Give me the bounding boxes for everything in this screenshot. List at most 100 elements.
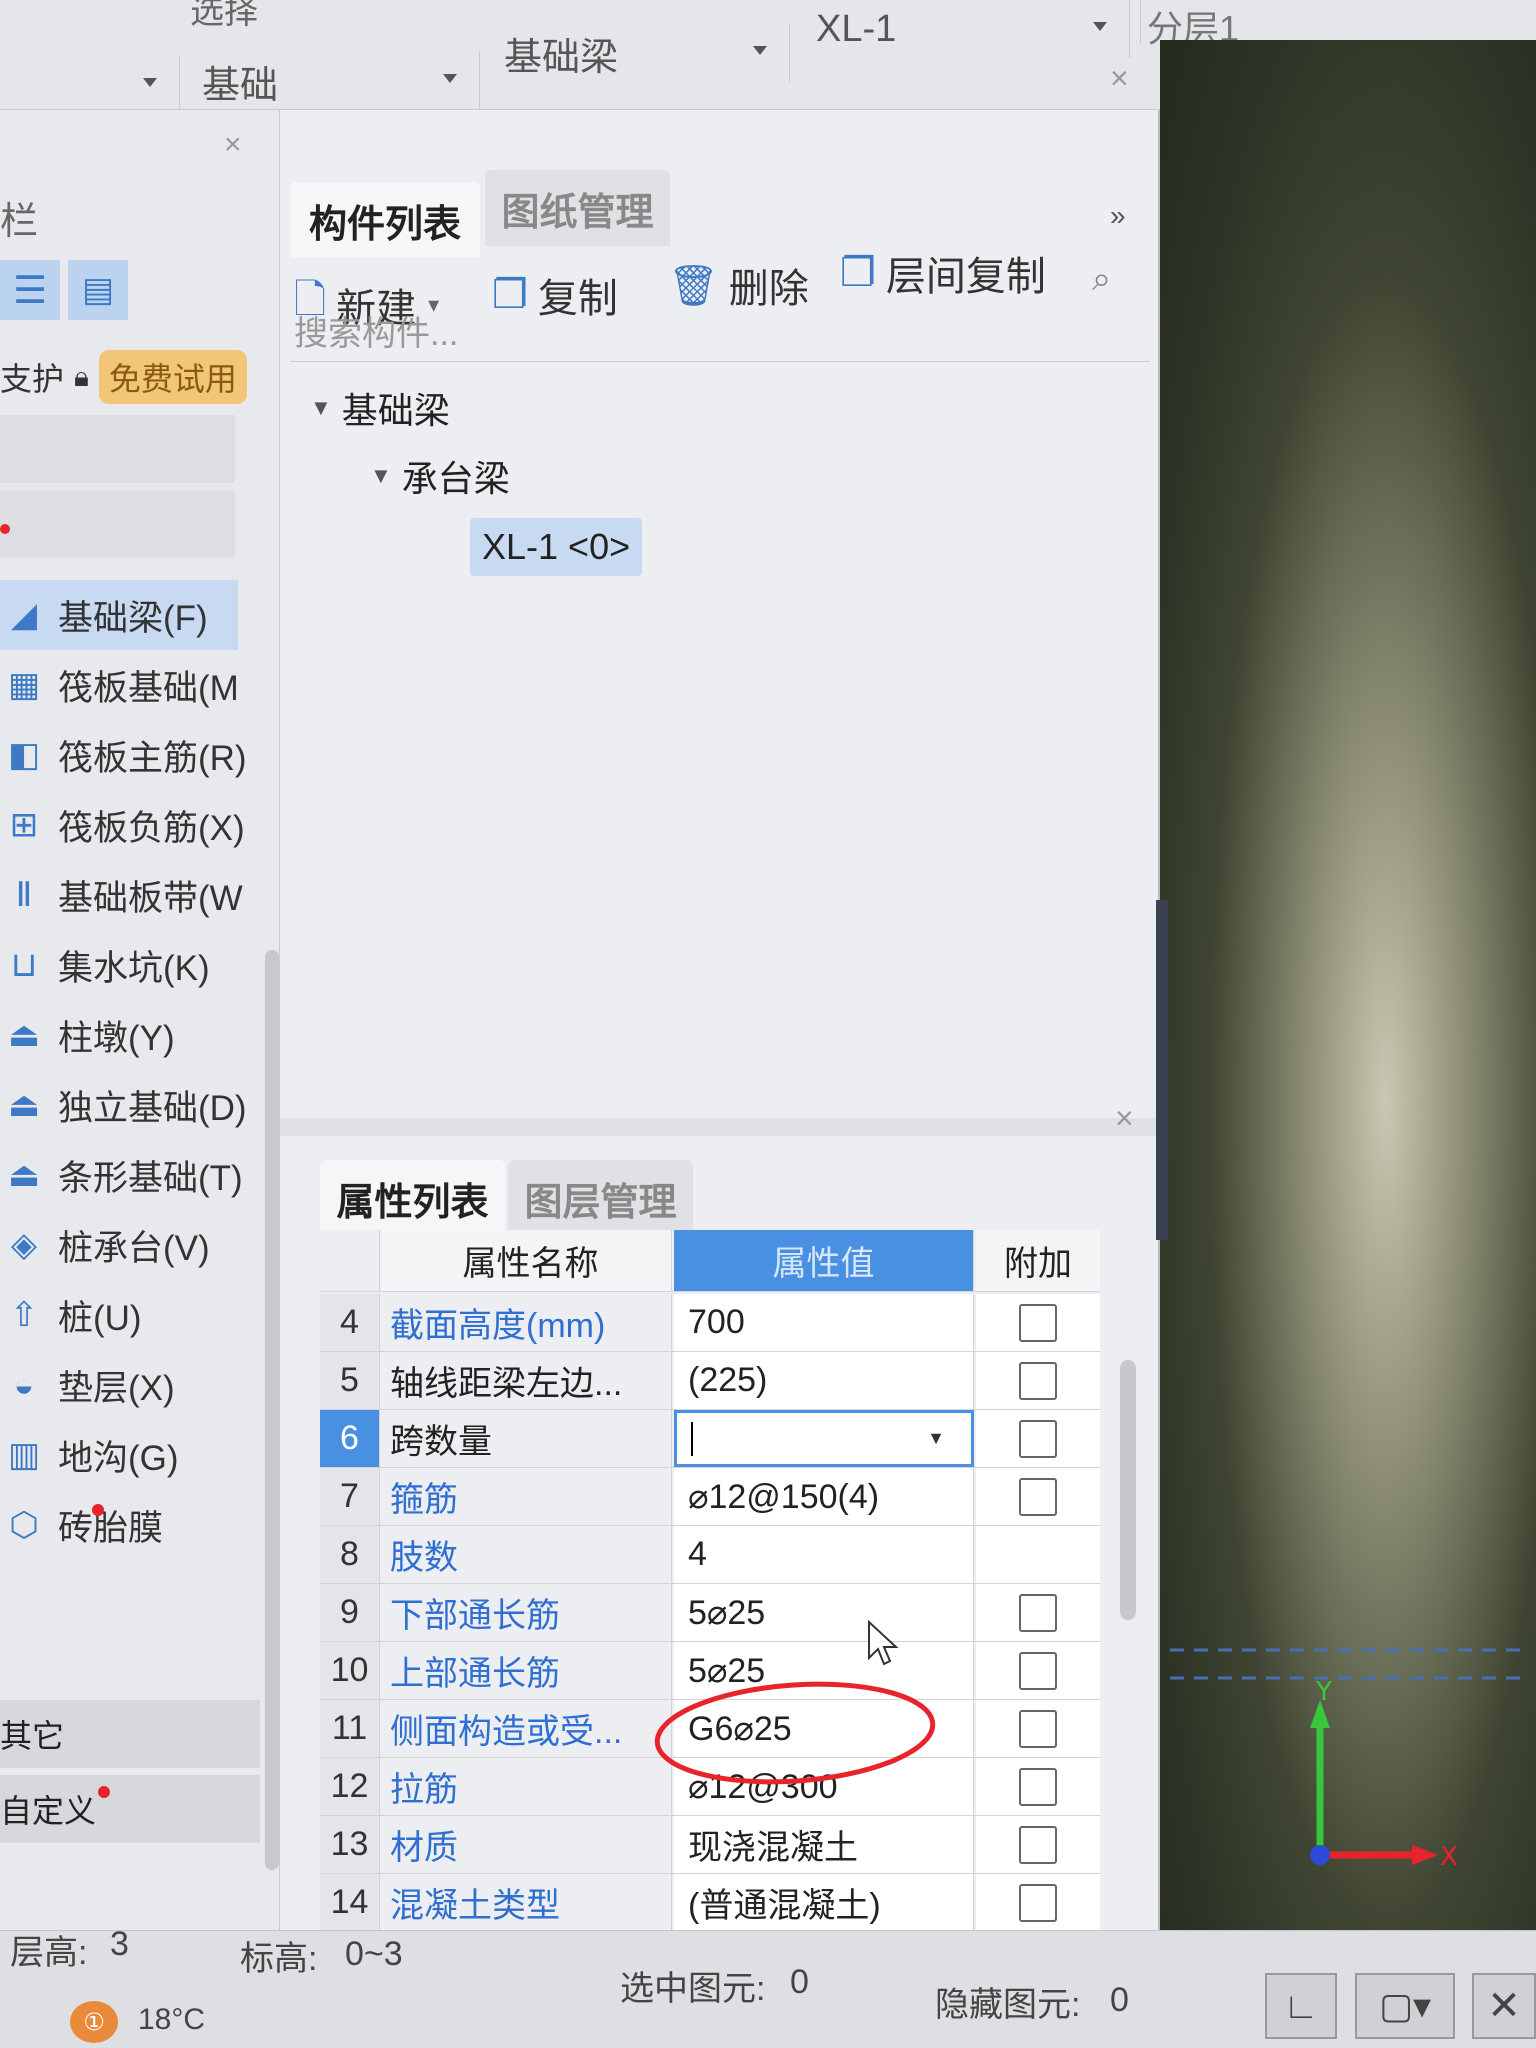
nav-item-strip[interactable]: Ⅱ 基础板带(W (0, 860, 270, 930)
notification-dot (0, 524, 10, 534)
panel-header: 栏 (0, 201, 39, 243)
selected-count-label: 选中图元: (620, 1970, 766, 2008)
splitter[interactable] (280, 1118, 1160, 1136)
close-icon[interactable]: × (224, 128, 242, 162)
grid-scrollbar[interactable] (1120, 1360, 1136, 1620)
nav-item-strip-footing[interactable]: ⏏ 条形基础(T) (0, 1140, 270, 1210)
checkbox[interactable] (1019, 1883, 1057, 1922)
checkbox[interactable] (1019, 1825, 1057, 1864)
left-nav-panel: × 栏 ☰ ▤ 支护 🔒︎ 免费试用 ◢ 基础梁(F) ▦ 筏板基础(M ◧ 筏板主筋… (0, 110, 280, 1970)
weather-icon[interactable]: ① (70, 2001, 118, 2043)
tab-layer-manage[interactable]: 图层管理 (508, 1160, 693, 1236)
combo-type[interactable]: 基础梁 (490, 24, 790, 82)
table-row[interactable]: 5 轴线距梁左边... (225) (320, 1352, 1100, 1410)
chevron-down-icon (443, 74, 457, 83)
chevron-down-icon[interactable]: ▼ (927, 1428, 945, 1449)
nav-item-pile-cap[interactable]: ◈ 桩承台(V) (0, 1210, 270, 1280)
trench-icon: ▥ (7, 1436, 41, 1474)
tree-child[interactable]: ▼ 承台梁 (370, 450, 510, 502)
nav-item-pile[interactable]: ⇧ 桩(U) (0, 1280, 270, 1350)
nav-item-neg-rebar[interactable]: ⊞ 筏板负筋(X) (0, 790, 270, 860)
isolated-footing-icon: ⏏ (7, 1086, 41, 1124)
nav-item-sump[interactable]: ⊔ 集水坑(K) (0, 930, 270, 1000)
ortho-icon[interactable]: ∟ (1265, 1973, 1337, 2039)
table-row-selected[interactable]: 6 跨数量 ▼ (320, 1410, 1100, 1468)
checkbox[interactable] (1019, 1767, 1057, 1806)
table-row[interactable]: 9 下部通长筋 5⌀25 (320, 1584, 1100, 1642)
weather-temp: 18°C (138, 2003, 206, 2036)
search-input[interactable]: 搜索构件... (290, 300, 1150, 362)
checkbox[interactable] (1019, 1361, 1057, 1400)
col-extra-header: 附加 (976, 1230, 1100, 1291)
lock-icon: 🔒︎ (74, 360, 89, 392)
combo-layer[interactable]: 分层1 (1140, 0, 1536, 49)
checkbox[interactable] (1019, 1651, 1057, 1690)
nav-item-pier[interactable]: ⏏ 柱墩(Y) (0, 1000, 270, 1070)
notification-dot (92, 1504, 104, 1516)
list-view-icon[interactable]: ☰ (0, 260, 60, 320)
nav-item-main-rebar[interactable]: ◧ 筏板主筋(R) (0, 720, 270, 790)
tab-component-list[interactable]: 构件列表 (290, 182, 480, 258)
nav-item-brick-mold[interactable]: ⬡ 砖胎膜 (0, 1490, 270, 1560)
checkbox[interactable] (1019, 1419, 1057, 1458)
axis-y-label: Y (1315, 1680, 1332, 1707)
close-icon[interactable]: × (1115, 1100, 1134, 1137)
span-count-dropdown[interactable]: ▼ (674, 1410, 974, 1467)
nav-item-raft[interactable]: ▦ 筏板基础(M (0, 650, 270, 720)
red-circle-annotation (654, 1681, 936, 1785)
floor-height-value: 3 (110, 1925, 129, 1963)
nav-item-beam[interactable]: ◢ 基础梁(F) (0, 580, 270, 650)
checkbox[interactable] (1019, 1593, 1057, 1632)
floor-copy-button[interactable]: ❐ 层间复制 (840, 238, 1046, 308)
pile-cap-icon: ◈ (10, 1226, 38, 1264)
cross-icon[interactable]: ✕ (1472, 1973, 1536, 2039)
elevation-value: 0~3 (345, 1935, 403, 1973)
nav-item-isolated-footing[interactable]: ⏏ 独立基础(D) (0, 1070, 270, 1140)
section-other[interactable]: 其它 (0, 1700, 260, 1768)
sump-icon: ⊔ (10, 946, 38, 984)
nav-item-cushion[interactable]: ◒ 垫层(X) (0, 1350, 270, 1420)
elevation-label: 标高: (240, 1940, 318, 1978)
brick-mold-icon: ⬡ (9, 1506, 39, 1544)
section-custom[interactable]: 自定义 (0, 1775, 260, 1843)
support-row[interactable]: 支护 🔒︎ 免费试用 (0, 350, 247, 404)
scrollbar[interactable] (265, 950, 279, 1870)
table-row[interactable]: 8 肢数 4 (320, 1526, 1100, 1584)
chevron-down-icon (143, 78, 157, 87)
chevron-down-icon (1093, 22, 1107, 31)
floor-copy-icon: ❐ (840, 251, 876, 295)
status-bar: 层高: 3 标高: 0~3 选中图元: 0 隐藏图元: 0 ① 18°C ∟ ▢… (0, 1925, 1536, 2048)
snap-icon[interactable]: ▢▾ (1355, 1973, 1455, 2039)
more-icon[interactable]: » (1110, 200, 1126, 232)
checkbox[interactable] (1019, 1477, 1057, 1516)
checkbox[interactable] (1019, 1303, 1057, 1342)
notification-dot (98, 1786, 110, 1798)
table-row[interactable]: 4 截面高度(mm) 700 (320, 1294, 1100, 1352)
axis-gizmo: Y X (1310, 1680, 1458, 1872)
combo-blank[interactable] (0, 56, 180, 114)
trial-badge[interactable]: 免费试用 (98, 350, 247, 404)
strip-icon: Ⅱ (15, 876, 33, 914)
hidden-count-value: 0 (1110, 1981, 1129, 2019)
search-icon[interactable]: ⌕ (1092, 260, 1111, 299)
table-row[interactable]: 13 材质 现浇混凝土 (320, 1816, 1100, 1874)
tab-drawing-manage[interactable]: 图纸管理 (485, 170, 670, 246)
detail-view-icon[interactable]: ▤ (68, 260, 128, 320)
tab-property-list[interactable]: 属性列表 (320, 1160, 505, 1236)
selected-count-value: 0 (790, 1963, 809, 2001)
top-toolbar: 选择 基础 基础梁 XL-1 (0, 0, 1160, 114)
tree-root[interactable]: ▼ 基础梁 (310, 382, 450, 434)
drawing-viewport[interactable]: Y X (1156, 40, 1536, 1970)
viewport-edge-handle[interactable] (1156, 900, 1168, 1240)
table-row[interactable]: 7 箍筋 ⌀12@150(4) (320, 1468, 1100, 1526)
close-icon[interactable]: × (1110, 60, 1129, 97)
placeholder-row (0, 490, 235, 558)
raft-icon: ▦ (7, 666, 41, 704)
checkbox[interactable] (1019, 1709, 1057, 1748)
tree-leaf-xl1[interactable]: XL-1 <0> (470, 518, 643, 576)
hidden-count-label: 隐藏图元: (935, 1986, 1081, 2024)
combo-element[interactable]: XL-1 (810, 0, 1130, 58)
combo-category[interactable]: 基础 (190, 52, 480, 110)
table-row[interactable]: 14 混凝土类型 (普通混凝土) (320, 1874, 1100, 1932)
nav-item-trench[interactable]: ▥ 地沟(G) (0, 1420, 270, 1490)
